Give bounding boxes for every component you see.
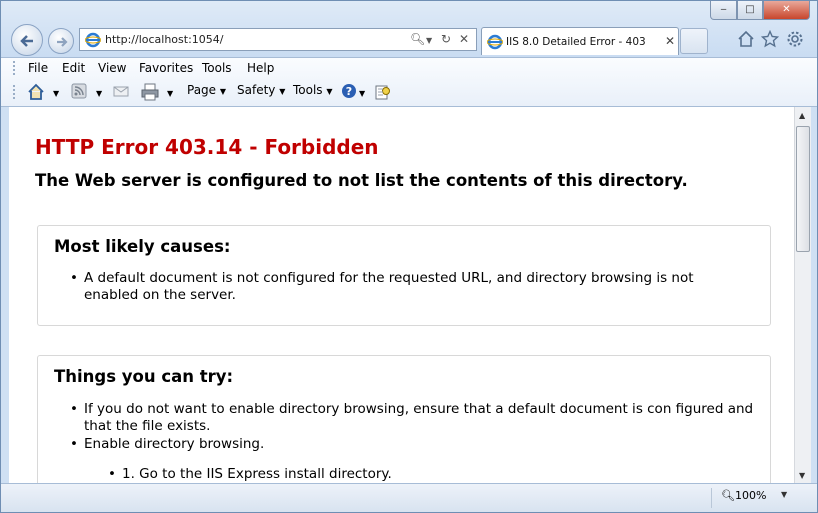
- menu-favorites[interactable]: Favorites: [139, 61, 193, 75]
- mail-icon[interactable]: [113, 83, 129, 99]
- menu-tools[interactable]: Tools: [202, 61, 232, 75]
- safety-menu-label: Safety: [237, 83, 276, 97]
- toolbar-area: File Edit View Favorites Tools Help ▼ ▼ …: [1, 57, 817, 107]
- favorites-star-icon[interactable]: [761, 30, 779, 48]
- research-icon[interactable]: [374, 83, 392, 101]
- causes-heading: Most likely causes:: [54, 237, 231, 256]
- menu-view[interactable]: View: [98, 61, 126, 75]
- try-panel: Things you can try: If you do not want t…: [37, 355, 771, 483]
- title-bar: ‒ □ ✕ http://localhost:1054/ 🔍︎ ▼ ↻ ✕ II…: [1, 1, 817, 57]
- new-tab-button[interactable]: [680, 28, 708, 54]
- zoom-dropdown-icon[interactable]: ▼: [781, 490, 787, 499]
- list-item: 1. Go to the IIS Express install directo…: [108, 466, 392, 482]
- feeds-icon[interactable]: [71, 83, 87, 99]
- vertical-scrollbar[interactable]: ▲ ▼: [794, 107, 811, 483]
- list-item: A default document is not configured for…: [70, 270, 744, 304]
- home-dropdown-icon[interactable]: ▼: [53, 89, 59, 98]
- steps-list: 1. Go to the IIS Express install directo…: [108, 466, 392, 482]
- minimize-button[interactable]: ‒: [710, 1, 737, 20]
- tab-close-icon[interactable]: ✕: [665, 34, 675, 48]
- chevron-down-icon: ▼: [326, 87, 333, 96]
- menu-help[interactable]: Help: [247, 61, 274, 75]
- right-frame: [811, 107, 817, 483]
- scroll-up-icon[interactable]: ▲: [799, 111, 805, 120]
- back-arrow-icon: [20, 35, 33, 47]
- feeds-dropdown-icon[interactable]: ▼: [96, 89, 102, 98]
- list-item: If you do not want to enable directory b…: [70, 401, 764, 435]
- back-button[interactable]: [11, 24, 43, 56]
- refresh-icon[interactable]: ↻: [441, 32, 451, 46]
- safety-menu-button[interactable]: Safety ▼: [237, 83, 285, 97]
- maximize-button[interactable]: □: [737, 1, 763, 20]
- try-heading: Things you can try:: [54, 367, 234, 386]
- tab-active[interactable]: IIS 8.0 Detailed Error - 403.1... ✕: [481, 27, 679, 55]
- help-icon[interactable]: ?: [341, 83, 357, 99]
- list-item: Enable directory browsing.: [70, 436, 764, 453]
- scroll-down-icon[interactable]: ▼: [799, 471, 805, 480]
- zoom-level: 100%: [734, 489, 767, 502]
- print-dropdown-icon[interactable]: ▼: [167, 89, 173, 98]
- page-menu-label: Page: [187, 83, 217, 97]
- search-dropdown-icon[interactable]: ▼: [426, 36, 432, 45]
- forward-arrow-icon: [57, 37, 68, 47]
- status-divider: [711, 488, 712, 508]
- command-grip: [13, 85, 16, 99]
- zoom-icon: 🔍︎: [721, 489, 735, 502]
- tab-title: IIS 8.0 Detailed Error - 403.1...: [506, 36, 646, 48]
- left-frame: [1, 107, 9, 483]
- ie-tab-icon: [487, 34, 503, 50]
- gear-icon[interactable]: [786, 30, 804, 48]
- search-icon[interactable]: 🔍︎: [410, 32, 425, 46]
- page-menu-button[interactable]: Page ▼: [187, 83, 226, 97]
- tools-menu-label: Tools: [293, 83, 323, 97]
- chevron-down-icon: ▼: [219, 87, 227, 96]
- zoom-control[interactable]: 🔍︎100%: [721, 489, 766, 502]
- close-window-button[interactable]: ✕: [763, 1, 810, 20]
- status-bar: 🔍︎100% ▼: [1, 483, 817, 512]
- causes-panel: Most likely causes: A default document i…: [37, 225, 771, 326]
- menu-grip: [13, 61, 16, 75]
- menu-file[interactable]: File: [28, 61, 48, 75]
- menu-edit[interactable]: Edit: [62, 61, 85, 75]
- scroll-thumb[interactable]: [796, 126, 810, 252]
- help-dropdown-icon[interactable]: ▼: [359, 89, 365, 98]
- tools-menu-button[interactable]: Tools ▼: [293, 83, 333, 97]
- chevron-down-icon: ▼: [279, 87, 286, 96]
- try-list: If you do not want to enable directory b…: [70, 401, 764, 454]
- causes-list: A default document is not configured for…: [70, 270, 744, 304]
- page-content: HTTP Error 403.14 - Forbidden The Web se…: [9, 107, 794, 483]
- stop-icon[interactable]: ✕: [459, 32, 469, 46]
- svg-text:?: ?: [346, 85, 352, 98]
- address-bar[interactable]: http://localhost:1054/ 🔍︎ ▼ ↻ ✕: [79, 28, 477, 51]
- browser-window: ‒ □ ✕ http://localhost:1054/ 🔍︎ ▼ ↻ ✕ II…: [0, 0, 818, 513]
- page-title: HTTP Error 403.14 - Forbidden: [35, 135, 379, 159]
- address-text[interactable]: http://localhost:1054/: [105, 33, 223, 46]
- print-icon[interactable]: [141, 83, 159, 101]
- home-icon[interactable]: [27, 83, 45, 101]
- page-subtitle: The Web server is configured to not list…: [35, 171, 688, 190]
- ie-page-icon: [85, 32, 101, 48]
- home-icon[interactable]: [737, 30, 755, 48]
- forward-button[interactable]: [48, 28, 74, 54]
